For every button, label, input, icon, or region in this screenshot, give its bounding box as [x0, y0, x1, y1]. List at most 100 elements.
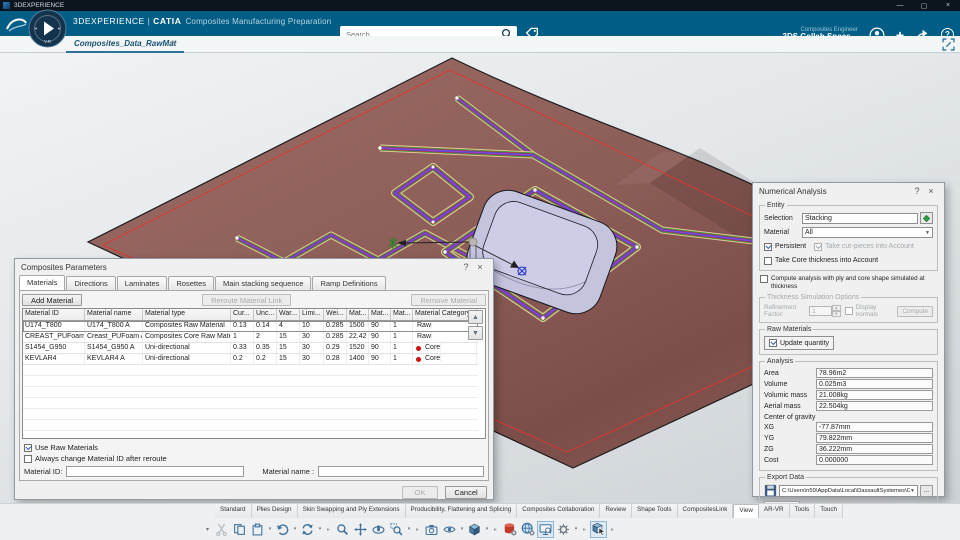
material-select[interactable]: All ▼: [802, 227, 933, 238]
close-button[interactable]: ×: [936, 2, 960, 10]
workbench-tab[interactable]: Touch: [815, 504, 844, 518]
chevron-down-icon[interactable]: ▾: [292, 526, 298, 532]
column-header[interactable]: Material type: [143, 309, 231, 320]
browse-button[interactable]: ...: [920, 484, 933, 497]
workbench-tab[interactable]: Tools: [789, 504, 816, 518]
workbench-tab[interactable]: View: [733, 504, 759, 518]
table-row[interactable]: CREAST_PUFoam Creast_PUFoam A Composites…: [23, 332, 478, 343]
update-icon[interactable]: [299, 521, 316, 538]
workbench-tab[interactable]: Producibility, Flattening and Splicing: [405, 504, 518, 518]
dialog-titlebar[interactable]: Numerical Analysis ? ×: [753, 183, 944, 199]
chevron-down-icon[interactable]: ▾: [573, 526, 579, 532]
zoom-icon[interactable]: [334, 521, 351, 538]
chevron-down-icon[interactable]: ▾: [484, 526, 490, 532]
top-app-bar: 3DEXPERIENCE | CATIA Composites Manufacturi…: [0, 11, 960, 42]
chevron-down-icon[interactable]: ▾: [406, 526, 412, 532]
refinement-factor-label: Refinement Factor:: [764, 304, 797, 318]
add-material-button[interactable]: Add Material: [22, 294, 83, 306]
column-header[interactable]: Mat...: [391, 309, 413, 320]
workbench-tab[interactable]: Composites Collaboration: [517, 504, 601, 518]
zoom-area-icon[interactable]: [388, 521, 405, 538]
material-label: Material: [764, 229, 789, 236]
more-tools-icon[interactable]: ▸: [413, 526, 422, 533]
parameters-tab[interactable]: Rosettes: [168, 276, 214, 290]
compute-simulated-checkbox[interactable]: [760, 275, 768, 283]
column-header[interactable]: Mat...: [369, 309, 391, 320]
column-header[interactable]: Wei...: [324, 309, 347, 320]
parameters-tab[interactable]: Directions: [66, 276, 116, 290]
persistent-checkbox[interactable]: [764, 242, 772, 251]
rotate-icon[interactable]: [370, 521, 387, 538]
spinner-buttons: ▲ ▼: [831, 305, 841, 317]
3ds-logo-icon[interactable]: [4, 14, 30, 34]
dialog-help-icon[interactable]: ?: [910, 186, 924, 196]
new-tab-button[interactable]: +: [170, 38, 176, 49]
restore-window-icon[interactable]: [942, 38, 955, 51]
workbench-tab[interactable]: CompositesLink: [677, 504, 734, 518]
cancel-button[interactable]: Cancel: [445, 486, 487, 499]
dialog-titlebar[interactable]: Composites Parameters ? ×: [15, 259, 493, 275]
materials-table[interactable]: Material ID Material name Material type …: [22, 308, 486, 439]
workbench-tab[interactable]: Review: [600, 504, 632, 518]
column-header[interactable]: Cur...: [231, 309, 254, 320]
pick-selection-button[interactable]: [920, 212, 933, 224]
material-id-label: Material ID:: [24, 467, 63, 476]
selection-input[interactable]: Stacking: [802, 212, 918, 224]
column-header[interactable]: Material name: [85, 309, 143, 320]
dialog-close-icon[interactable]: ×: [924, 186, 938, 196]
pan-icon[interactable]: [352, 521, 369, 538]
always-change-id-checkbox[interactable]: [24, 454, 32, 463]
table-row[interactable]: S1454_G950 S1454_G950 A Uni-directional …: [23, 343, 478, 354]
parameters-tab[interactable]: Ramp Definitions: [312, 276, 386, 290]
update-quantity-checkbox[interactable]: [769, 339, 777, 347]
3d-compass[interactable]: V.R: [28, 9, 67, 48]
move-row-down-button[interactable]: ▼: [468, 326, 483, 340]
column-header[interactable]: Unc...: [254, 309, 277, 320]
screen-record-icon[interactable]: [537, 520, 555, 538]
settings-gear-icon[interactable]: [555, 521, 572, 538]
parameters-tab[interactable]: Laminates: [116, 276, 168, 290]
workbench-tab[interactable]: Skin Swapping and Ply Extensions: [297, 504, 406, 518]
more-tools-icon[interactable]: ▸: [491, 526, 500, 533]
column-header[interactable]: Mat...: [347, 309, 369, 320]
chevron-down-icon[interactable]: ▾: [267, 526, 273, 532]
copy-icon[interactable]: [231, 521, 248, 538]
workbench-tab[interactable]: AR-VR: [758, 504, 790, 518]
globe-settings-icon[interactable]: [519, 521, 536, 538]
column-header[interactable]: War...: [277, 309, 300, 320]
more-tools-icon[interactable]: ▸: [580, 526, 589, 533]
parameters-tabs: Materials Directions Laminates Rosettes …: [15, 275, 493, 290]
remove-material-button: Remove Material: [411, 294, 486, 306]
chevron-down-icon[interactable]: ▾: [317, 526, 323, 532]
parameters-tab[interactable]: Main stacking sequence: [215, 276, 312, 290]
dialog-close-icon[interactable]: ×: [473, 262, 487, 272]
paste-icon[interactable]: [249, 521, 266, 538]
database-red-icon[interactable]: [501, 521, 518, 538]
document-tab[interactable]: Composites_Data_RawMat: [66, 36, 185, 53]
take-core-thickness-checkbox[interactable]: [764, 256, 772, 265]
workbench-tab[interactable]: Plies Design: [251, 504, 298, 518]
column-header[interactable]: Limi...: [300, 309, 324, 320]
minimize-button[interactable]: —: [888, 2, 912, 10]
dialog-help-icon[interactable]: ?: [459, 262, 473, 272]
chevron-down-icon[interactable]: ▾: [459, 526, 465, 532]
select-mode-icon[interactable]: [590, 520, 608, 538]
move-row-up-button[interactable]: ▲: [468, 310, 483, 324]
capture-icon[interactable]: [423, 521, 440, 538]
parameters-tab[interactable]: Materials: [19, 275, 66, 290]
table-row[interactable]: KEVLAR4 KEVLAR4 A Uni-directional 0.2 0.…: [23, 354, 478, 365]
material-id-input[interactable]: [66, 466, 245, 477]
use-raw-materials-checkbox[interactable]: [24, 443, 32, 452]
table-row[interactable]: U174_T800 U174_T800 A Composites Raw Mat…: [23, 321, 478, 332]
material-name-input[interactable]: [318, 466, 484, 477]
toolbar-chevron-icon[interactable]: ▾: [206, 526, 209, 533]
undo-icon[interactable]: [274, 521, 291, 538]
hide-show-icon[interactable]: [441, 521, 458, 538]
workbench-tab[interactable]: Shape Tools: [632, 504, 678, 518]
export-path-combo[interactable]: C:\Users\n59\AppData\Local\DassaultSyste…: [779, 484, 918, 497]
workbench-tab[interactable]: Standard: [215, 504, 252, 518]
column-header[interactable]: Material ID: [23, 309, 85, 320]
iso-view-icon[interactable]: [466, 521, 483, 538]
more-tools-icon[interactable]: ▸: [608, 526, 617, 533]
maximize-button[interactable]: ▢: [912, 2, 936, 10]
